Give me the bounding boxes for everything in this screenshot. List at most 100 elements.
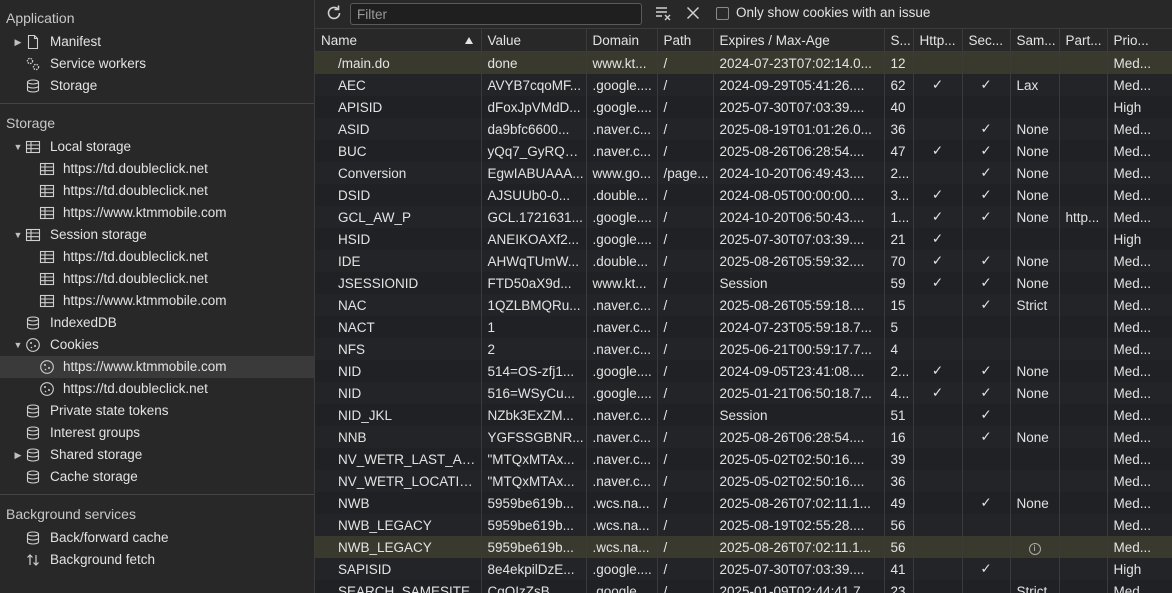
sidebar-item-manifest[interactable]: ▶ Manifest <box>0 31 314 53</box>
sidebar-item-label: Service workers <box>50 56 147 71</box>
local-storage-origin[interactable]: https://www.ktmmobile.com <box>0 202 314 224</box>
sidebar-item-back-forward-cache[interactable]: Back/forward cache <box>0 527 314 549</box>
cell-httponly: ✓ <box>913 74 963 96</box>
cell-samesite <box>1010 470 1060 492</box>
sidebar-item-cache-storage[interactable]: Cache storage <box>0 466 314 488</box>
close-icon[interactable] <box>686 6 700 20</box>
table-row[interactable]: HSID ANEIKOAXf2... .google..../2025-07-30T… <box>315 228 1172 250</box>
column-header-httponly[interactable]: Http... <box>913 29 963 52</box>
table-row[interactable]: Conversion EgwIABUAAA... www.go.../page...… <box>315 162 1172 184</box>
cell-partition-key <box>1059 294 1108 316</box>
table-row[interactable]: SAPISID 8e4ekpilDzE... .google..../2025-07… <box>315 558 1172 580</box>
table-row[interactable]: /main.do done www.kt.../2024-07-23T07:02:1… <box>315 51 1172 74</box>
cell-size: 59 <box>884 272 914 294</box>
sidebar-item-service-workers[interactable]: Service workers <box>0 53 314 75</box>
column-header-partition-key[interactable]: Part... <box>1059 29 1108 52</box>
cell-expires: 2025-01-09T02:44:41.7... <box>713 580 885 593</box>
cell-httponly: ✓ <box>913 250 963 272</box>
info-icon[interactable]: i <box>1028 543 1041 555</box>
expand-arrow-icon[interactable]: ▶ <box>13 444 23 466</box>
expand-arrow-icon[interactable]: ▶ <box>13 31 23 53</box>
cell-name: NWB_LEGACY <box>315 536 482 558</box>
table-row[interactable]: AEC AVYB7cqoMF... .google..../2024-09-29T0… <box>315 74 1172 96</box>
cell-path: / <box>657 470 714 492</box>
cookie-origin[interactable]: https://td.doubleclick.net <box>0 378 314 400</box>
sidebar-item-local-storage[interactable]: ▼ Local storage <box>0 136 314 158</box>
local-storage-origin[interactable]: https://td.doubleclick.net <box>0 180 314 202</box>
filter-input[interactable] <box>350 3 642 25</box>
cookie-icon <box>26 338 40 352</box>
cell-size: 2... <box>884 162 914 184</box>
cell-size: 36 <box>884 118 914 140</box>
table-row[interactable]: SEARCH_SAMESITE CgQIzZsB... .google..../20… <box>315 580 1172 593</box>
table-row[interactable]: NWB 5959be619b... .wcs.na.../2025-08-26T07… <box>315 492 1172 514</box>
refresh-icon[interactable] <box>325 4 343 22</box>
sidebar-item-interest-groups[interactable]: Interest groups <box>0 422 314 444</box>
table-row[interactable]: NFS 2 .naver.c.../2025-06-21T00:59:17.7...… <box>315 338 1172 360</box>
sidebar-item-background-fetch[interactable]: Background fetch <box>0 549 314 571</box>
cell-domain: .google.... <box>586 558 658 580</box>
column-header-name[interactable]: Name <box>315 29 482 52</box>
column-header-expires[interactable]: Expires / Max-Age <box>713 29 885 52</box>
column-header-samesite[interactable]: Sam... <box>1010 29 1060 52</box>
sidebar-item-indexeddb[interactable]: IndexedDB <box>0 312 314 334</box>
session-storage-origin[interactable]: https://td.doubleclick.net <box>0 246 314 268</box>
session-storage-origin[interactable]: https://td.doubleclick.net <box>0 268 314 290</box>
column-header-domain[interactable]: Domain <box>586 29 658 52</box>
table-row[interactable]: NAC 1QZLBMQRu... .naver.c.../2025-08-26T05… <box>315 294 1172 316</box>
local-storage-origin[interactable]: https://td.doubleclick.net <box>0 158 314 180</box>
table-row[interactable]: NID 516=WSyCu... .google..../2025-01-21T06… <box>315 382 1172 404</box>
cell-expires: 2025-08-26T05:59:32.... <box>713 250 885 272</box>
table-row[interactable]: ASID da9bfc6600... .naver.c.../2025-08-19T… <box>315 118 1172 140</box>
collapse-arrow-icon[interactable]: ▼ <box>13 334 23 356</box>
cell-samesite: None <box>1010 382 1060 404</box>
table-row[interactable]: APISID dFoxJpVMdD... .google..../2025-07-3… <box>315 96 1172 118</box>
cell-priority: Med... <box>1107 514 1172 536</box>
session-storage-origin[interactable]: https://www.ktmmobile.com <box>0 290 314 312</box>
cell-samesite: Lax <box>1010 74 1060 96</box>
sidebar-item-storage[interactable]: Storage <box>0 75 314 97</box>
table-row[interactable]: NID 514=OS-zfj1... .google..../2024-09-05T… <box>315 360 1172 382</box>
cell-size: 70 <box>884 250 914 272</box>
table-row[interactable]: BUC yQq7_GyRQC... .naver.c.../2025-08-26T0… <box>315 140 1172 162</box>
column-header-value[interactable]: Value <box>481 29 587 52</box>
table-row[interactable]: NWB_LEGACY 5959be619b... .wcs.na.../2025-0… <box>315 536 1172 558</box>
cell-value: NZbk3ExZM... <box>481 404 587 426</box>
table-icon <box>25 228 41 242</box>
sidebar-item-session-storage[interactable]: ▼ Session storage <box>0 224 314 246</box>
cell-samesite: i <box>1010 536 1060 558</box>
only-issues-checkbox[interactable] <box>716 7 729 20</box>
column-header-secure[interactable]: Sec... <box>962 29 1011 52</box>
cell-name: GCL_AW_P <box>315 206 482 228</box>
table-row[interactable]: NACT 1 .naver.c.../2024-07-23T05:59:18.7..… <box>315 316 1172 338</box>
cell-samesite: None <box>1010 272 1060 294</box>
clear-filtered-cookies-icon[interactable] <box>655 5 673 21</box>
cookie-origin-selected[interactable]: https://www.ktmmobile.com <box>0 356 314 378</box>
table-row[interactable]: NID_JKL NZbk3ExZM... .naver.c... / Session 51… <box>315 404 1172 426</box>
cell-secure: ✓ <box>962 140 1011 162</box>
cell-priority: High <box>1107 96 1172 118</box>
cell-partition-key <box>1059 514 1108 536</box>
column-header-path[interactable]: Path <box>657 29 714 52</box>
table-row[interactable]: DSID AJSUUb0-0... .double.../2024-08-05T00… <box>315 184 1172 206</box>
column-header-size[interactable]: S... <box>884 29 914 52</box>
table-row[interactable]: IDE AHWqTUmW... .double.../2025-08-26T05:5… <box>315 250 1172 272</box>
collapse-arrow-icon[interactable]: ▼ <box>13 224 23 246</box>
cell-partition-key <box>1059 140 1108 162</box>
table-row[interactable]: NNB YGFSSGBNR... .naver.c.../2025-08-26T06… <box>315 426 1172 448</box>
cell-priority: Med... <box>1107 360 1172 382</box>
column-header-priority[interactable]: Prio... <box>1107 29 1172 52</box>
table-row[interactable]: GCL_AW_P GCL.1721631... .google..../2024-1… <box>315 206 1172 228</box>
table-row[interactable]: NV_WETR_LOCATIO... "MTQxMTAx... .naver.c..… <box>315 470 1172 492</box>
cell-value: done <box>481 51 587 74</box>
table-icon <box>39 162 55 176</box>
sidebar-item-shared-storage[interactable]: ▶ Shared storage <box>0 444 314 466</box>
cell-value: GCL.1721631... <box>481 206 587 228</box>
table-row[interactable]: JSESSIONID FTD50aX9d... www.kt... / Session 5… <box>315 272 1172 294</box>
sidebar-item-cookies[interactable]: ▼ Cookies <box>0 334 314 356</box>
table-row[interactable]: NV_WETR_LAST_AC... "MTQxMTAx... .naver.c..… <box>315 448 1172 470</box>
collapse-arrow-icon[interactable]: ▼ <box>13 136 23 158</box>
table-row[interactable]: NWB_LEGACY 5959be619b... .wcs.na.../2025-0… <box>315 514 1172 536</box>
cell-domain: .naver.c... <box>586 448 658 470</box>
sidebar-item-private-state-tokens[interactable]: Private state tokens <box>0 400 314 422</box>
